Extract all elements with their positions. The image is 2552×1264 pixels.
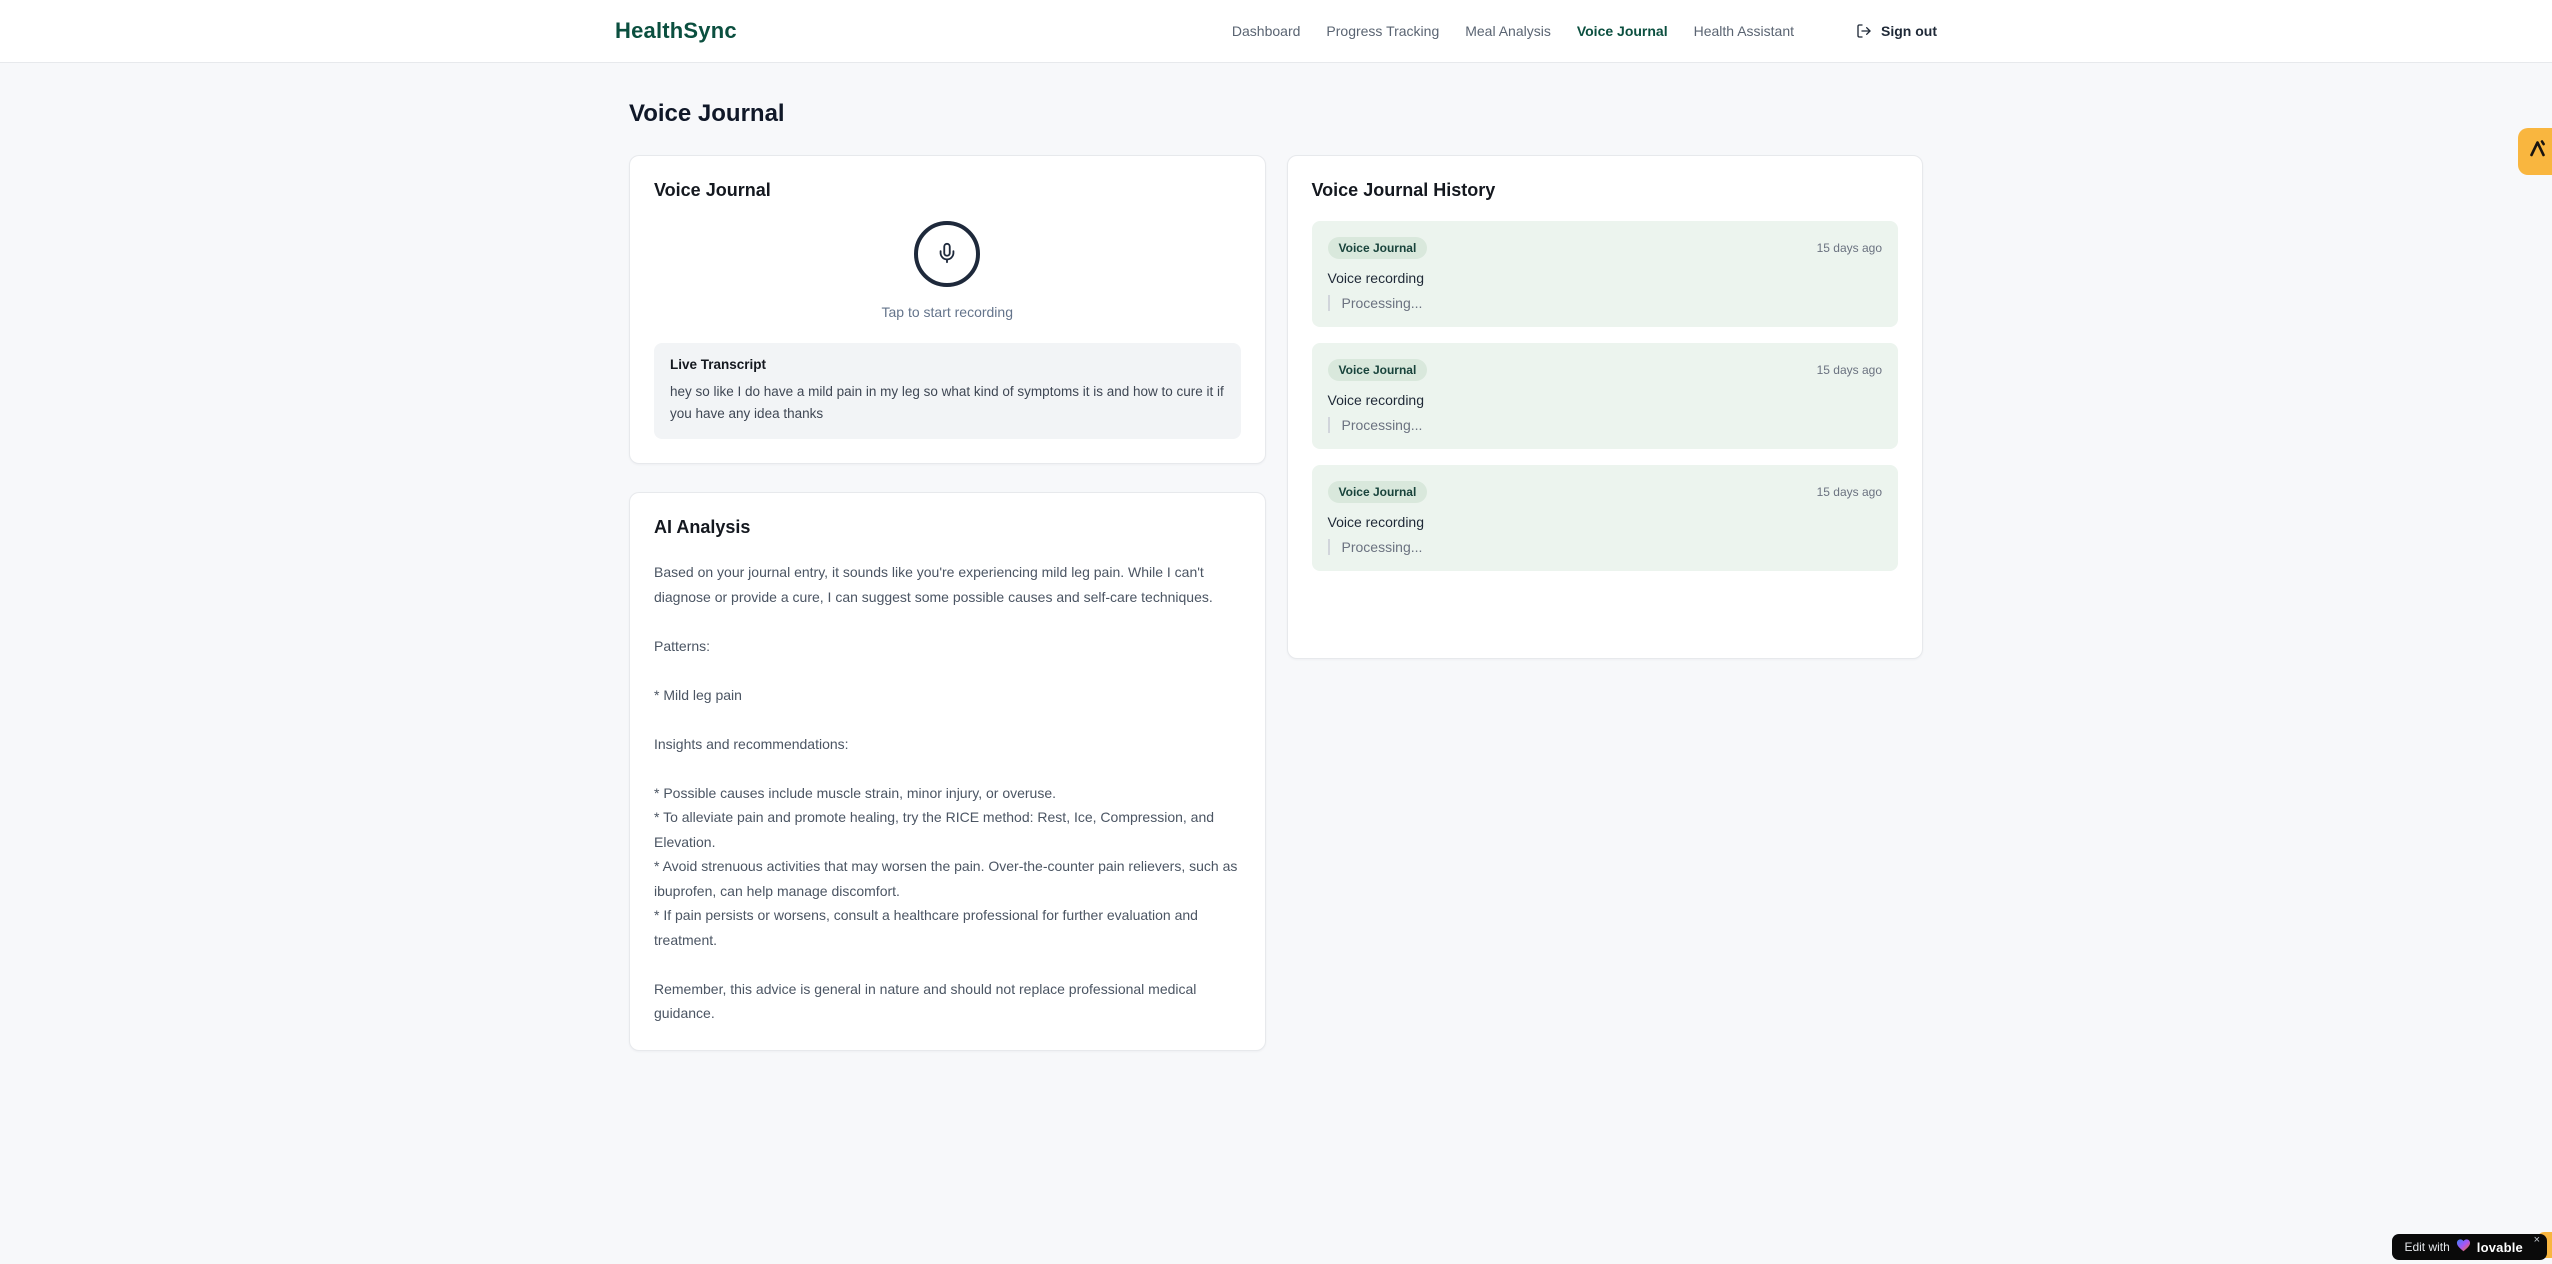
entry-title: Voice recording <box>1327 270 1425 286</box>
history-entry[interactable]: Voice Journal 15 days ago Voice recordin… <box>1311 221 1898 327</box>
recorder-area: Tap to start recording <box>654 221 1241 320</box>
ai-analysis-title: AI Analysis <box>654 517 751 537</box>
lovable-brand-label: lovable <box>2476 1239 2523 1255</box>
nav-item-dashboard[interactable]: Dashboard <box>1232 23 1301 39</box>
entry-status: Processing... <box>1327 417 1883 433</box>
left-column: Voice Journal Tap to start recording Liv… <box>629 155 1266 1051</box>
lovable-heart-icon <box>2456 1238 2471 1257</box>
main-content: Voice Journal Voice Journal Tap to start… <box>629 0 1923 1051</box>
main-nav: Dashboard Progress Tracking Meal Analysi… <box>1232 23 1937 39</box>
history-entry[interactable]: Voice Journal 15 days ago Voice recordin… <box>1311 343 1898 449</box>
lovable-tab-icon <box>2527 138 2549 165</box>
entry-type-badge: Voice Journal <box>1327 359 1428 381</box>
entry-status: Processing... <box>1327 295 1883 311</box>
history-entry-header: Voice Journal 15 days ago <box>1327 481 1882 503</box>
live-transcript-title: Live Transcript <box>670 357 767 372</box>
page-title: Voice Journal <box>629 100 785 127</box>
tap-to-record-hint: Tap to start recording <box>881 304 1013 320</box>
entry-type-badge: Voice Journal <box>1327 237 1428 259</box>
nav-item-health-assistant[interactable]: Health Assistant <box>1694 23 1794 39</box>
entry-timestamp: 15 days ago <box>1816 485 1882 499</box>
history-entry[interactable]: Voice Journal 15 days ago Voice recordin… <box>1311 465 1898 571</box>
edit-with-lovable-badge[interactable]: Edit with lovable × <box>2392 1234 2547 1260</box>
lovable-side-tab[interactable] <box>2518 128 2552 175</box>
top-navigation-bar: HealthSync Dashboard Progress Tracking M… <box>0 0 2552 63</box>
entry-status: Processing... <box>1327 539 1883 555</box>
recorder-card-title: Voice Journal <box>654 180 771 200</box>
record-button[interactable] <box>914 221 981 287</box>
nav-item-progress-tracking[interactable]: Progress Tracking <box>1326 23 1439 39</box>
content-grid: Voice Journal Tap to start recording Liv… <box>629 155 1923 1051</box>
entry-timestamp: 15 days ago <box>1816 241 1882 255</box>
microphone-icon <box>936 242 958 267</box>
sign-out-label: Sign out <box>1881 23 1937 39</box>
entry-title: Voice recording <box>1327 392 1425 408</box>
log-out-icon <box>1856 23 1872 39</box>
ai-analysis-body: Based on your journal entry, it sounds l… <box>654 564 1238 1021</box>
live-transcript-text: hey so like I do have a mild pain in my … <box>670 384 1224 421</box>
history-card-title: Voice Journal History <box>1311 180 1496 200</box>
voice-recorder-card: Voice Journal Tap to start recording Liv… <box>629 155 1266 464</box>
nav-item-meal-analysis[interactable]: Meal Analysis <box>1465 23 1551 39</box>
close-icon[interactable]: × <box>2534 1234 2540 1246</box>
voice-journal-history-card: Voice Journal History Voice Journal 15 d… <box>1286 155 1923 659</box>
ai-analysis-card: AI Analysis Based on your journal entry,… <box>629 492 1266 1051</box>
nav-item-voice-journal[interactable]: Voice Journal <box>1577 23 1668 39</box>
header-container: HealthSync Dashboard Progress Tracking M… <box>615 0 1937 62</box>
history-entry-header: Voice Journal 15 days ago <box>1327 237 1882 259</box>
entry-title: Voice recording <box>1327 514 1425 530</box>
sign-out-button[interactable]: Sign out <box>1856 23 1937 39</box>
edit-with-label: Edit with <box>2404 1240 2450 1254</box>
live-transcript-box: Live Transcript hey so like I do have a … <box>654 343 1241 439</box>
app-logo[interactable]: HealthSync <box>615 18 737 44</box>
entry-timestamp: 15 days ago <box>1816 363 1882 377</box>
entry-type-badge: Voice Journal <box>1327 481 1428 503</box>
history-list: Voice Journal 15 days ago Voice recordin… <box>1311 221 1898 571</box>
history-entry-header: Voice Journal 15 days ago <box>1327 359 1882 381</box>
